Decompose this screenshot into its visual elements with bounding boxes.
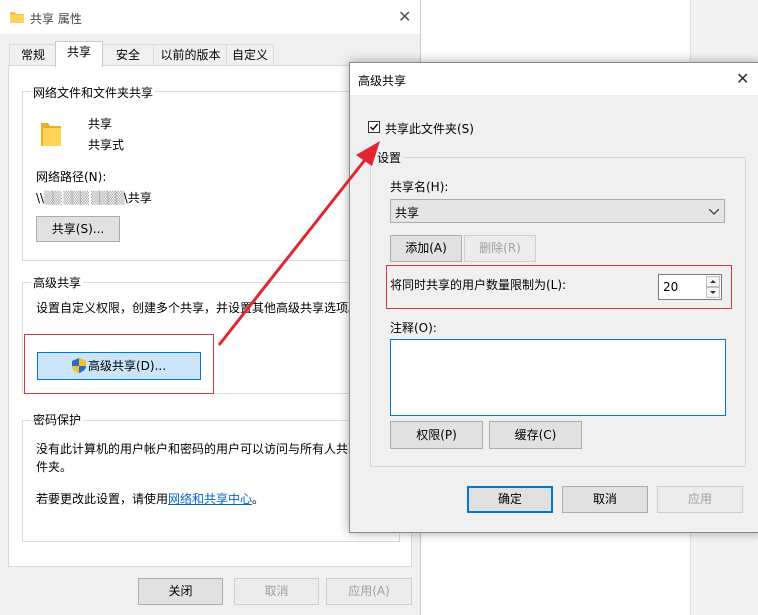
tab-label: 共享 <box>66 45 91 59</box>
tab-sharing[interactable]: 共享 <box>55 41 103 67</box>
annotation-arrow <box>217 141 380 346</box>
